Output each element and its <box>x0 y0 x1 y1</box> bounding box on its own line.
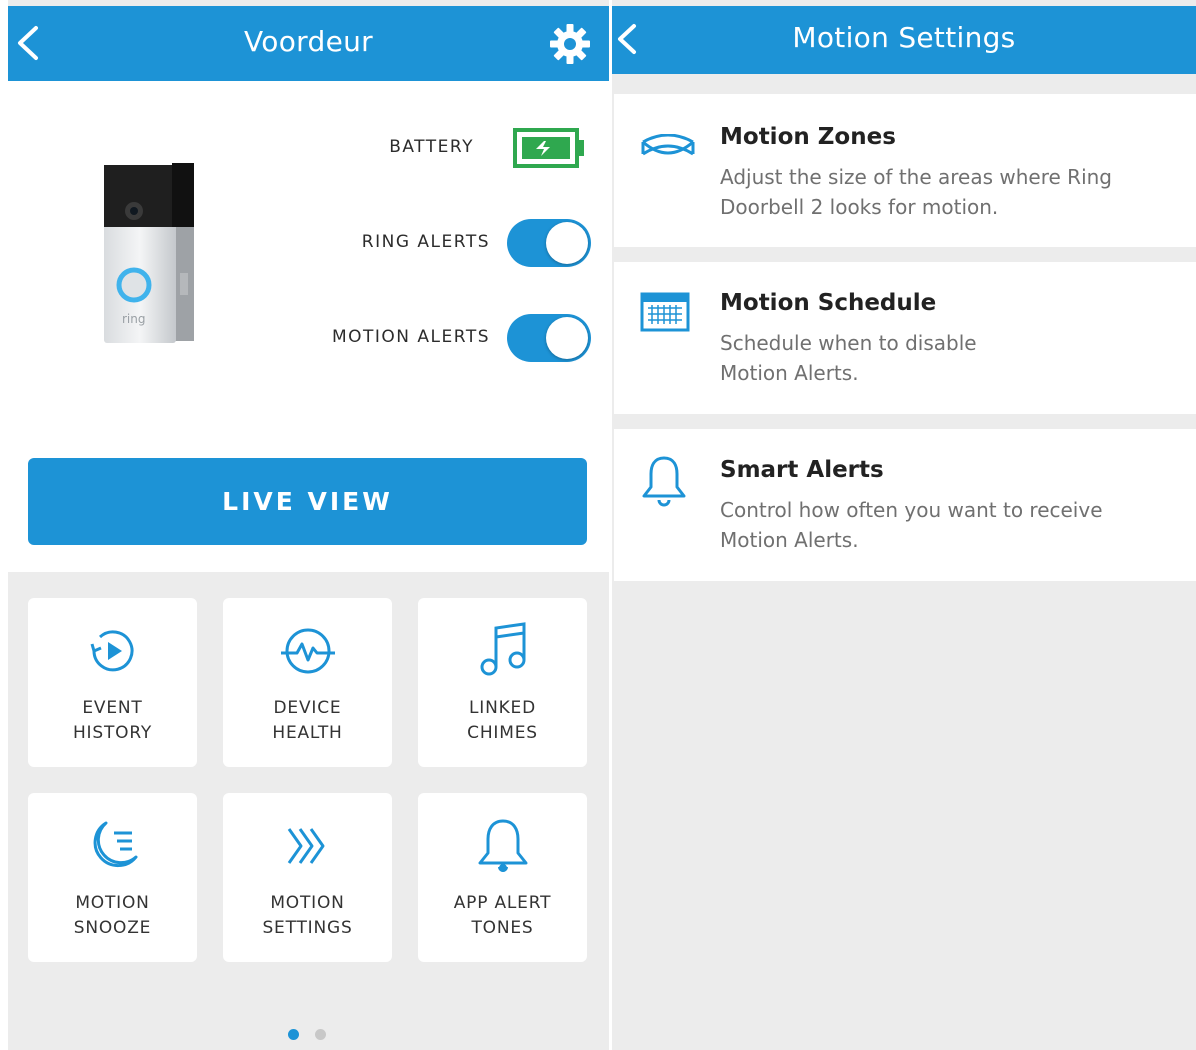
calendar-icon <box>640 292 690 332</box>
motion-zones-item[interactable]: Motion Zones Adjust the size of the area… <box>614 94 1196 247</box>
pulse-icon <box>280 628 335 674</box>
ring-alerts-label: RING ALERTS <box>361 232 490 252</box>
motion-settings-panel: Motion Settings Motion Zones Adjust the … <box>612 0 1196 1050</box>
motion-settings-header: Motion Settings <box>612 6 1196 74</box>
item-title: Smart Alerts <box>720 457 884 483</box>
linked-chimes-tile[interactable]: LINKED CHIMES <box>418 598 587 767</box>
page-dot-active[interactable] <box>288 1029 299 1040</box>
page-dot[interactable] <box>315 1029 326 1040</box>
bell-icon <box>478 819 527 872</box>
item-description: Control how often you want to receive Mo… <box>720 498 1103 552</box>
doorbell-image: ring <box>100 161 210 365</box>
moon-snooze-icon <box>93 821 137 868</box>
motion-snooze-tile[interactable]: MOTION SNOOZE <box>28 793 197 962</box>
motion-alerts-toggle[interactable] <box>507 314 591 362</box>
motion-alerts-label: MOTION ALERTS <box>331 327 490 347</box>
item-description: Schedule when to disable Motion Alerts. <box>720 331 977 385</box>
event-history-tile[interactable]: EVENT HISTORY <box>28 598 197 767</box>
tile-label: DEVICE HEALTH <box>272 698 343 743</box>
tile-label: MOTION SNOOZE <box>73 893 152 938</box>
device-health-tile[interactable]: DEVICE HEALTH <box>223 598 392 767</box>
doorbell-brand: ring <box>122 312 146 326</box>
bell-icon <box>642 456 686 507</box>
gear-icon <box>550 24 590 64</box>
tile-label: MOTION SETTINGS <box>262 893 353 938</box>
tile-label: APP ALERT TONES <box>453 893 552 938</box>
item-title: Motion Zones <box>720 124 896 150</box>
device-header: Voordeur <box>8 6 609 81</box>
motion-schedule-item[interactable]: Motion Schedule Schedule when to disable… <box>614 262 1196 414</box>
play-history-icon <box>90 630 133 672</box>
item-description: Adjust the size of the areas where Ring … <box>720 165 1112 219</box>
toggle-knob <box>546 317 588 359</box>
ring-alerts-toggle[interactable] <box>507 219 591 267</box>
settings-button[interactable] <box>549 23 591 65</box>
battery-icon <box>513 128 587 172</box>
music-note-icon <box>480 622 525 676</box>
device-panel: Voordeur ring BATTERY RING ALERTS MOTION… <box>8 0 609 1050</box>
motion-settings-tile[interactable]: MOTION SETTINGS <box>223 793 392 962</box>
live-view-button[interactable]: LIVE VIEW <box>28 458 587 545</box>
item-title: Motion Schedule <box>720 290 937 316</box>
smart-alerts-item[interactable]: Smart Alerts Control how often you want … <box>614 429 1196 581</box>
battery-label: BATTERY <box>389 137 474 157</box>
tile-label: EVENT HISTORY <box>72 698 153 743</box>
chevrons-right-icon <box>287 828 324 864</box>
page-title: Voordeur <box>244 25 373 58</box>
toggle-knob <box>546 222 588 264</box>
app-alert-tones-tile[interactable]: APP ALERT TONES <box>418 793 587 962</box>
motion-zones-icon <box>641 134 695 156</box>
tile-label: LINKED CHIMES <box>467 698 538 743</box>
device-card: ring BATTERY RING ALERTS MOTION ALERTS L… <box>8 81 609 572</box>
page-title: Motion Settings <box>792 21 1016 54</box>
